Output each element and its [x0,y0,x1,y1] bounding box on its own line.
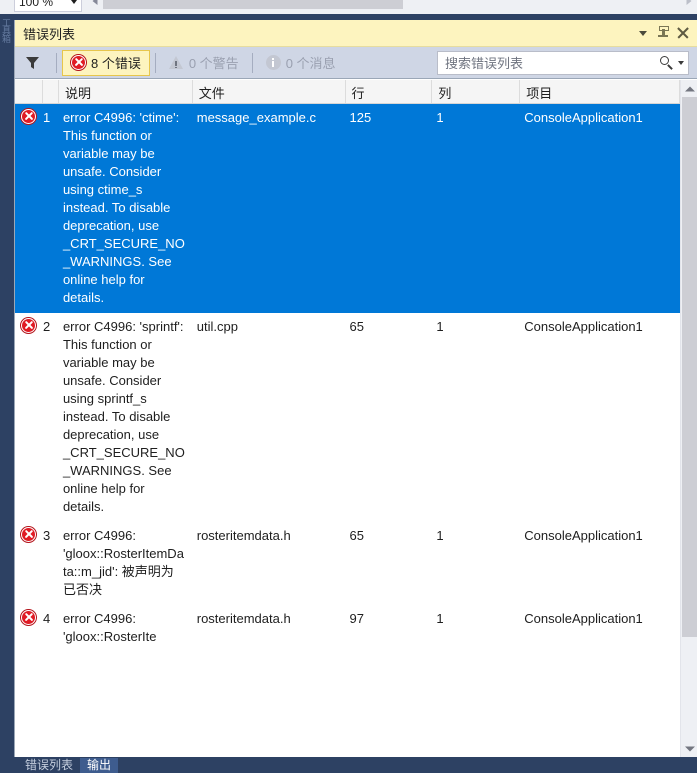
column-header-file[interactable]: 文件 [193,80,346,103]
row-severity-icon-cell [15,605,43,631]
search-container: 搜索错误列表 [437,50,689,75]
editor-bottom-strip: 100 % [0,0,697,14]
pin-button[interactable] [653,23,673,43]
messages-filter-label: 0 个消息 [285,56,336,71]
horizontal-scrollbar-thumb[interactable] [103,0,403,9]
arrow-right-icon[interactable] [680,0,697,9]
page-title: 错误列表 [23,26,76,42]
row-file-cell: util.cpp [196,319,238,334]
search-icon[interactable] [660,56,673,70]
column-header-description[interactable]: 说明 [59,80,193,103]
app-root: 100 % 工具箱 错误列表 8 个错误 0 个警告 0 个消息 搜索错误列表 … [0,0,697,773]
close-icon [677,27,689,39]
row-description-cell: error C4996: 'sprintf': This function or… [62,319,185,514]
error-icon [21,318,36,333]
left-dock-strip[interactable]: 工具箱 [0,14,12,773]
error-list-tool-window: 错误列表 8 个错误 0 个警告 0 个消息 搜索错误列表 说明 文件 行 列 … [14,20,697,757]
error-icon [21,109,36,124]
warning-icon [168,55,184,70]
zoom-level-value: 100 % [19,0,54,9]
row-line-cell: 65 [349,528,364,543]
chevron-down-icon[interactable] [678,60,684,65]
error-list-toolbar: 8 个错误 0 个警告 0 个消息 搜索错误列表 [15,47,697,79]
arrow-up-icon[interactable] [681,80,697,97]
error-list-grid: 说明 文件 行 列 项目 1 error C4996: 'ctime': This… [15,80,697,757]
row-severity-icon-cell [15,522,43,548]
row-severity-icon-cell [15,313,43,339]
filter-button[interactable] [19,50,51,76]
row-file-cell: rosteritemdata.h [196,611,291,626]
row-project-cell: ConsoleApplication1 [524,611,643,626]
error-icon [21,527,36,542]
row-project-cell: ConsoleApplication1 [524,319,643,334]
errors-filter-label: 8 个错误 [91,56,141,71]
toolbar-divider [251,52,253,73]
arrow-down-icon[interactable] [681,740,697,757]
funnel-icon [26,56,39,69]
horizontal-scrollbar[interactable] [86,0,697,9]
close-button[interactable] [673,23,693,43]
row-number-cell: 3 [42,528,51,543]
grid-viewport: 说明 文件 行 列 项目 1 error C4996: 'ctime': This… [15,80,680,757]
row-file-cell: message_example.c [196,110,316,125]
info-icon [265,55,281,70]
grid-body: 1 error C4996: 'ctime': This function or … [15,104,680,652]
row-project-cell: ConsoleApplication1 [524,528,643,543]
error-icon [71,55,86,70]
row-line-cell: 65 [349,319,364,334]
search-input[interactable]: 搜索错误列表 [437,50,689,75]
toolbar-divider [154,52,156,73]
column-header-project[interactable]: 项目 [520,80,680,103]
column-header-column[interactable]: 列 [432,80,521,103]
bottom-tab-output[interactable]: 输出 [80,758,119,773]
row-project-cell: ConsoleApplication1 [524,110,643,125]
grid-header-row: 说明 文件 行 列 项目 [15,80,680,104]
row-description-cell: error C4996: 'ctime': This function or v… [62,110,185,305]
pin-icon [657,26,669,40]
row-description-cell: error C4996: 'gloox::RosterIte [62,611,157,644]
row-column-cell: 1 [436,611,444,626]
row-line-cell: 125 [349,110,372,125]
warnings-filter-label: 0 个警告 [188,56,239,71]
table-row[interactable]: 2 error C4996: 'sprintf': This function o… [15,313,680,522]
chevron-down-icon [639,30,647,36]
row-column-cell: 1 [436,528,444,543]
zoom-level-dropdown[interactable]: 100 % [14,0,82,12]
vertical-scrollbar[interactable] [680,80,697,757]
table-row[interactable]: 1 error C4996: 'ctime': This function or … [15,104,680,313]
toolbar-divider [56,52,57,73]
search-placeholder: 搜索错误列表 [445,56,524,71]
row-number-cell: 1 [42,110,51,125]
column-header-line[interactable]: 行 [346,80,433,103]
chevron-down-icon[interactable] [71,0,77,4]
table-row[interactable]: 4 error C4996: 'gloox::RosterIte rosterite… [15,605,680,652]
left-dock-tab-label[interactable]: 工具箱 [0,18,12,42]
error-icon [21,610,36,625]
window-menu-button[interactable] [633,23,653,43]
column-header-icon[interactable] [15,80,43,103]
row-line-cell: 97 [349,611,364,626]
row-column-cell: 1 [436,319,444,334]
row-column-cell: 1 [436,110,444,125]
bottom-tab-error-list[interactable]: 错误列表 [18,758,80,773]
row-number-cell: 4 [42,611,51,626]
row-description-cell: error C4996: 'gloox::RosterItemData::m_j… [62,528,184,597]
warnings-filter-button[interactable]: 0 个警告 [161,50,247,76]
messages-filter-button[interactable]: 0 个消息 [258,50,344,76]
row-file-cell: rosteritemdata.h [196,528,291,543]
bottom-tab-bar: 错误列表 输出 [14,757,697,773]
column-header-number[interactable] [43,80,59,103]
row-number-cell: 2 [42,319,51,334]
row-severity-icon-cell [15,104,43,130]
tool-window-title-bar: 错误列表 [15,20,697,47]
arrow-left-icon[interactable] [86,0,103,9]
table-row[interactable]: 3 error C4996: 'gloox::RosterItemData::m_… [15,522,680,605]
errors-filter-button[interactable]: 8 个错误 [62,49,150,76]
vertical-scrollbar-thumb[interactable] [682,97,697,637]
